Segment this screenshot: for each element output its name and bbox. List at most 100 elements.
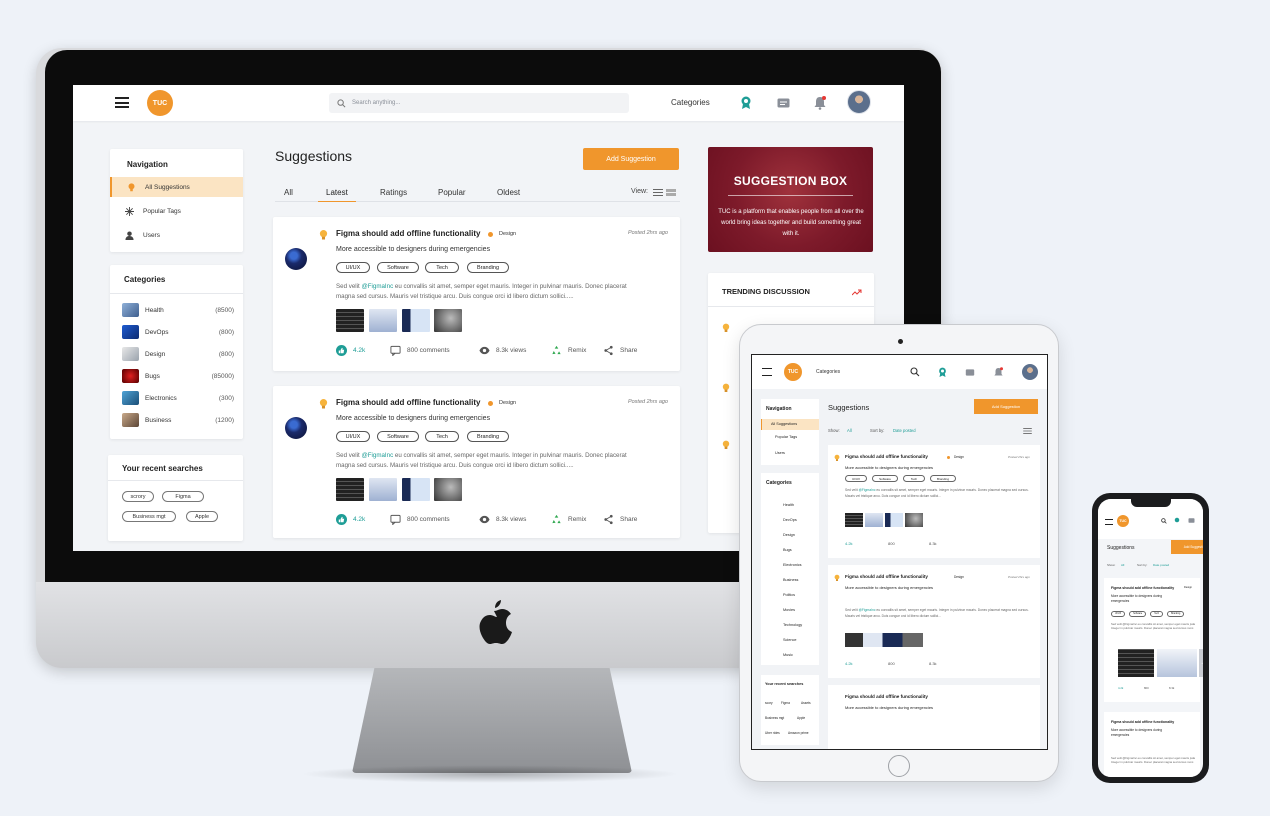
brand-logo[interactable]: TUC — [1117, 515, 1129, 527]
mention-link[interactable]: @FigmaInc — [361, 283, 393, 290]
post-tag[interactable]: UI/UX — [336, 262, 370, 273]
mention-link[interactable]: @FigmaInc — [361, 452, 393, 459]
tab-ratings[interactable]: Ratings — [380, 188, 407, 197]
award-icon[interactable] — [938, 367, 947, 378]
category-item[interactable]: Bugs — [783, 548, 792, 552]
brand-logo[interactable]: TUC — [147, 90, 173, 116]
search-icon[interactable] — [1161, 518, 1167, 524]
categories-link[interactable]: Categories — [816, 369, 840, 375]
message-icon[interactable] — [1188, 518, 1195, 523]
post-image[interactable] — [885, 513, 903, 527]
category-item[interactable]: Movies — [783, 608, 795, 612]
post-tag[interactable]: Branding — [467, 431, 509, 442]
nav-item-users[interactable]: Users — [110, 225, 243, 245]
post-tag[interactable]: Tech — [903, 475, 925, 482]
more-images-indicator[interactable]: +2 — [1199, 649, 1203, 677]
add-suggestion-button[interactable]: Add Suggestion — [1171, 540, 1203, 554]
comment-count[interactable]: 800 — [1144, 686, 1149, 690]
post-image[interactable] — [336, 478, 364, 501]
post-title[interactable]: Figma should add offline functionality — [845, 574, 928, 579]
notification-bell-icon[interactable] — [994, 367, 1003, 378]
post-image[interactable] — [402, 478, 430, 501]
category-item[interactable]: Design — [783, 533, 795, 537]
post-image[interactable] — [434, 309, 462, 332]
post-image[interactable] — [402, 309, 430, 332]
remix-button[interactable]: Remix — [551, 345, 586, 356]
post-image[interactable] — [336, 309, 364, 332]
suggestion-post[interactable]: Figma should add offline functionality M… — [828, 685, 1040, 749]
post-tag[interactable]: Tech — [1150, 611, 1164, 617]
recent-search-chip[interactable]: Figma — [781, 701, 790, 705]
search-input[interactable]: Search anything... — [329, 93, 629, 113]
category-item-electronics[interactable]: Electronics (300) — [122, 391, 234, 405]
category-item-health[interactable]: Health (8500) — [122, 303, 234, 317]
category-item-devops[interactable]: DevOps (800) — [122, 325, 234, 339]
brand-logo[interactable]: TUC — [784, 363, 802, 381]
recent-search-chip[interactable]: Apple — [186, 511, 218, 522]
recent-search-chip[interactable]: Uber rides — [765, 731, 780, 735]
comment-count[interactable]: 800 — [888, 541, 895, 546]
post-image[interactable] — [845, 513, 863, 527]
post-tag[interactable]: UI/UX — [336, 431, 370, 442]
post-tag[interactable]: Software — [377, 431, 419, 442]
mention-link[interactable]: @FigmaInc — [859, 608, 876, 612]
post-title[interactable]: Figma should add offline functionality — [1111, 720, 1174, 724]
add-suggestion-button[interactable]: Add Suggestion — [583, 148, 679, 170]
recent-search-chip[interactable]: Business mgt — [122, 511, 176, 522]
comment-count[interactable]: 800 — [888, 661, 895, 666]
post-tag[interactable]: Software — [377, 262, 419, 273]
post-tag[interactable]: Software — [1129, 611, 1147, 617]
post-tag[interactable]: Tech — [425, 262, 459, 273]
category-item[interactable]: Health — [783, 503, 794, 507]
award-icon[interactable] — [1174, 517, 1180, 525]
user-avatar[interactable] — [847, 90, 871, 114]
sort-dropdown[interactable]: Date posted — [1153, 563, 1169, 567]
nav-item-popular-tags[interactable]: Popular Tags — [775, 435, 797, 439]
category-item-design[interactable]: Design (800) — [122, 347, 234, 361]
post-tag[interactable]: Branding — [930, 475, 956, 482]
suggestion-post[interactable]: Figma should add offline functionality D… — [828, 565, 1040, 678]
recent-search-chip[interactable]: Figma — [162, 491, 204, 502]
list-view-icon[interactable] — [653, 189, 663, 196]
nav-item-all-suggestions[interactable]: All Suggestions — [110, 177, 243, 197]
post-title[interactable]: Figma should add offline functionality — [845, 454, 928, 459]
tab-popular[interactable]: Popular — [438, 188, 466, 197]
user-avatar[interactable] — [1022, 364, 1038, 380]
author-avatar[interactable] — [285, 248, 307, 270]
nav-item-all-suggestions[interactable]: All Suggestions — [761, 419, 819, 430]
like-button[interactable]: 4.2k — [336, 514, 365, 525]
category-item[interactable]: Technology — [783, 623, 802, 627]
post-tag[interactable]: Branding — [1167, 611, 1185, 617]
show-filter-dropdown[interactable]: All — [1121, 563, 1124, 567]
category-item[interactable]: Business — [783, 578, 798, 582]
message-icon[interactable] — [965, 369, 975, 376]
like-button[interactable]: 4.2k — [336, 345, 365, 356]
post-tag[interactable]: UI/UX — [845, 475, 867, 482]
comments-button[interactable]: 800 comments — [390, 345, 450, 356]
category-item[interactable]: Science — [783, 638, 797, 642]
post-tag[interactable]: UI/UX — [1111, 611, 1126, 617]
tab-all[interactable]: All — [284, 188, 293, 197]
notification-bell-icon[interactable] — [812, 95, 828, 111]
category-item-business[interactable]: Business (1200) — [122, 413, 234, 427]
suggestion-post[interactable]: Figma should add offline functionality D… — [273, 217, 680, 371]
award-icon[interactable] — [738, 95, 754, 111]
message-icon[interactable] — [775, 95, 791, 111]
tablet-home-button[interactable] — [888, 755, 910, 777]
recent-search-chip[interactable]: Apple — [797, 716, 805, 720]
post-image[interactable] — [369, 478, 397, 501]
comments-button[interactable]: 800 comments — [390, 514, 450, 525]
nav-item-popular-tags[interactable]: Popular Tags — [110, 201, 243, 221]
sort-dropdown[interactable]: Date posted — [893, 428, 916, 433]
post-image[interactable] — [905, 513, 923, 527]
recent-search-chip[interactable]: Business mgt — [765, 716, 784, 720]
post-image[interactable] — [865, 513, 883, 527]
recent-search-chip[interactable]: scory — [765, 701, 773, 705]
hamburger-menu-icon[interactable] — [115, 97, 129, 108]
suggestion-post[interactable]: Figma should add offline functionality D… — [273, 386, 680, 538]
like-count[interactable]: 4.2k — [845, 661, 853, 666]
suggestion-post[interactable]: Figma should add offline functionality D… — [828, 445, 1040, 558]
like-count[interactable]: 4.2k — [1118, 686, 1123, 690]
post-tag[interactable]: Software — [872, 475, 898, 482]
post-title[interactable]: Figma should add offline functionality — [1111, 586, 1174, 590]
